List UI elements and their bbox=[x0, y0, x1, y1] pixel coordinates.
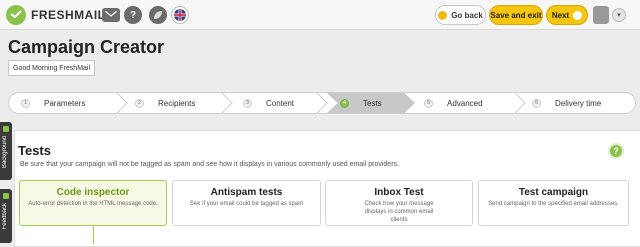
uk-flag-icon[interactable] bbox=[171, 6, 189, 24]
freshmail-logo-icon[interactable] bbox=[6, 5, 26, 25]
code-inspector-card[interactable]: Code inspector Auto-error detection in t… bbox=[19, 180, 167, 226]
card-title: Code inspector bbox=[56, 187, 130, 198]
step-label: Advanced bbox=[447, 98, 483, 108]
step-number: 2 bbox=[135, 98, 144, 108]
step-separator bbox=[514, 93, 526, 113]
step-separator bbox=[221, 93, 233, 113]
inbox-test-card[interactable]: Inbox Test Check how your message displa… bbox=[325, 180, 473, 226]
card-description: Send campaign to the specified email add… bbox=[488, 201, 619, 207]
help-glyph: ? bbox=[613, 146, 619, 156]
top-bar: FRESHMAIL ? Go back Save and exit Next ▾ bbox=[0, 0, 640, 30]
antispam-tests-card[interactable]: Antispam tests See if your email could b… bbox=[172, 180, 321, 226]
go-back-label: Go back bbox=[451, 10, 483, 20]
step-separator bbox=[116, 93, 128, 113]
card-description: Auto-error detection in the HTML message… bbox=[28, 201, 158, 207]
step-label: Tests bbox=[363, 98, 382, 108]
card-title: Antispam tests bbox=[210, 187, 283, 198]
step-label: Delivery time bbox=[555, 98, 602, 108]
feedback-side-tab[interactable]: Feedback bbox=[0, 189, 12, 243]
background-tab-label: Background bbox=[2, 136, 8, 169]
leaf-icon[interactable] bbox=[149, 6, 167, 24]
step-delivery-time[interactable]: 6 Delivery time bbox=[532, 93, 601, 113]
help-icon[interactable]: ? bbox=[124, 6, 142, 24]
step-separator bbox=[316, 93, 328, 113]
step-advanced[interactable]: 5 Advanced bbox=[424, 93, 483, 113]
avatar[interactable] bbox=[593, 6, 609, 24]
page-title: Campaign Creator bbox=[8, 37, 165, 57]
save-and-exit-button[interactable]: Save and exit bbox=[489, 5, 543, 25]
step-tests[interactable]: 4 Tests bbox=[340, 93, 382, 113]
background-side-tab[interactable]: Background bbox=[0, 122, 12, 180]
test-campaign-card[interactable]: Test campaign Send campaign to the speci… bbox=[478, 180, 629, 226]
active-card-connector bbox=[93, 226, 94, 244]
step-label: Content bbox=[266, 98, 295, 108]
brand-name: FRESHMAIL bbox=[31, 8, 106, 22]
step-number: 3 bbox=[243, 98, 252, 108]
step-content[interactable]: 3 Content bbox=[243, 93, 294, 113]
help-icon[interactable]: ? bbox=[608, 143, 624, 159]
greeting-badge: Good Morning FreshMail bbox=[8, 60, 96, 76]
card-title: Test campaign bbox=[518, 187, 589, 198]
thumbs-up-icon bbox=[3, 193, 9, 199]
background-icon bbox=[3, 126, 9, 132]
step-parameters[interactable]: 1 Parameters bbox=[21, 93, 85, 113]
save-and-exit-label: Save and exit bbox=[490, 10, 542, 20]
card-description: Check how your message displays in commo… bbox=[364, 201, 434, 223]
section-description: Be sure that your campaign will not be t… bbox=[20, 161, 399, 168]
feedback-tab-label: Feedback bbox=[2, 203, 8, 230]
step-label: Recipients bbox=[158, 98, 196, 108]
progress-stepper: 1 Parameters 2 Recipients 3 Content 4 Te… bbox=[8, 92, 636, 114]
card-title: Inbox Test bbox=[374, 187, 424, 198]
card-description: See if your email could be tagged as spa… bbox=[189, 201, 304, 207]
step-number: 6 bbox=[532, 98, 541, 108]
section-heading: Tests bbox=[18, 143, 51, 158]
step-number: 5 bbox=[424, 98, 433, 108]
step-recipients[interactable]: 2 Recipients bbox=[135, 93, 195, 113]
step-label: Parameters bbox=[44, 98, 86, 108]
step-number: 1 bbox=[21, 98, 30, 108]
next-arrow-icon bbox=[573, 10, 583, 20]
next-label: Next bbox=[551, 10, 570, 20]
help-icon-glyph: ? bbox=[129, 9, 137, 21]
go-back-button[interactable]: Go back bbox=[435, 5, 486, 25]
next-button[interactable]: Next bbox=[546, 5, 588, 25]
chevron-down-icon[interactable]: ▾ bbox=[612, 8, 626, 22]
back-arrow-icon bbox=[438, 10, 448, 20]
mail-icon[interactable] bbox=[102, 8, 120, 22]
step-number: 4 bbox=[340, 98, 349, 108]
